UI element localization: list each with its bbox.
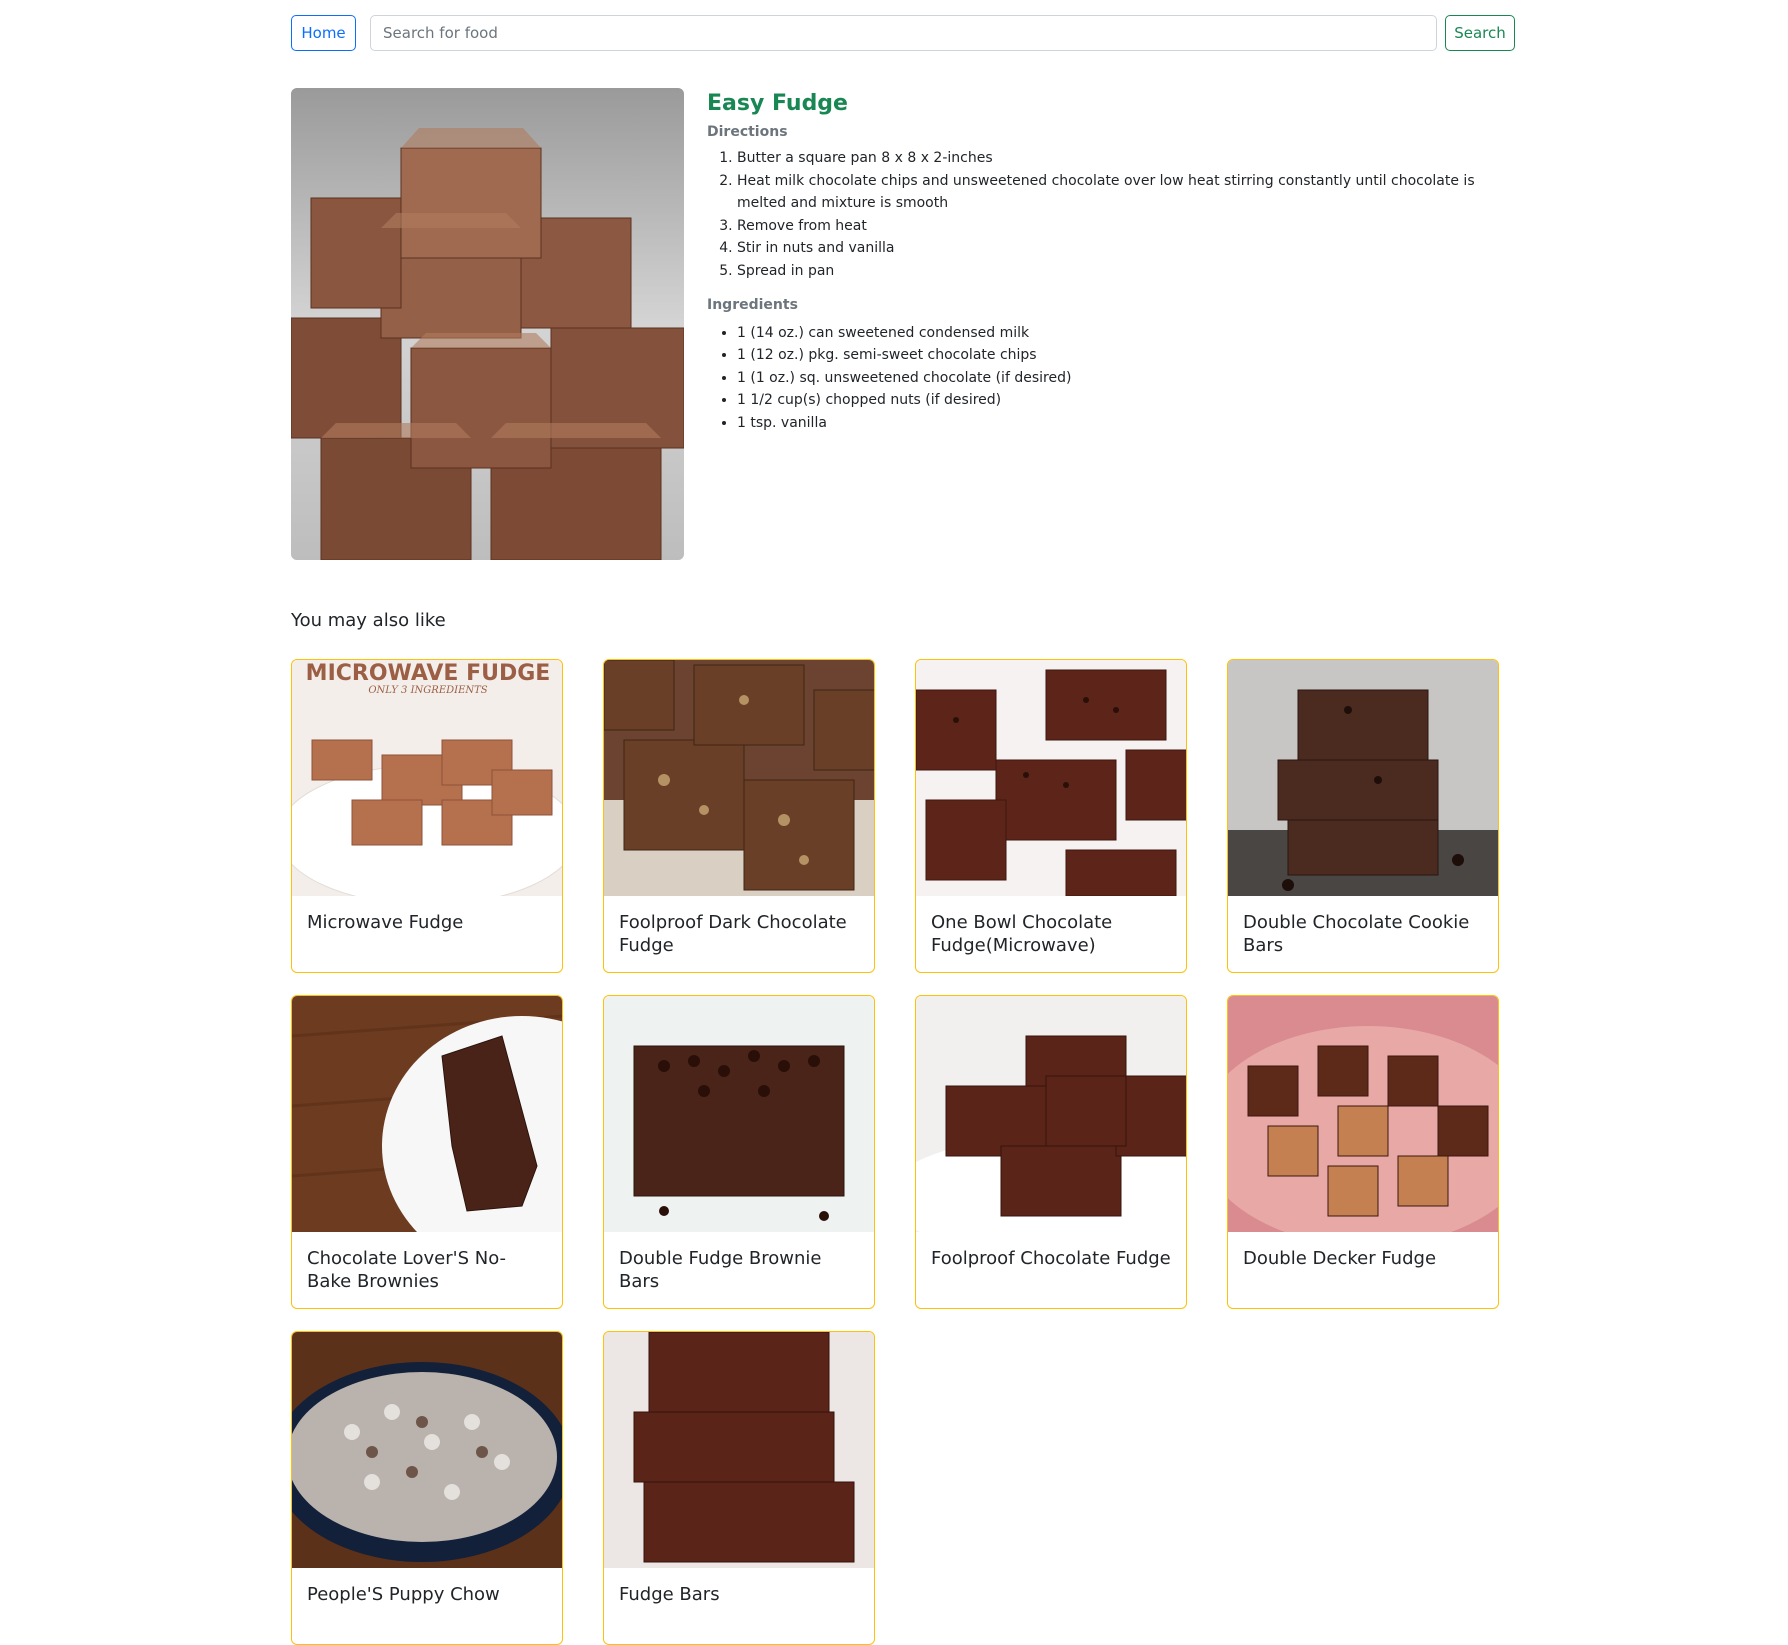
direction-item: Heat milk chocolate chips and unsweetene… <box>737 170 1515 215</box>
card-image <box>916 996 1186 1232</box>
card-title: Foolproof Dark Chocolate Fudge <box>619 912 847 956</box>
card-image <box>604 1332 874 1568</box>
ingredient-item: 1 (14 oz.) can sweetened condensed milk <box>737 322 1515 345</box>
related-heading: You may also like <box>291 610 446 631</box>
recipe-card[interactable]: MICROWAVE FUDGE ONLY 3 INGREDIENTS Micro… <box>291 659 563 973</box>
direction-item: Butter a square pan 8 x 8 x 2-inches <box>737 147 1515 170</box>
recipe-card[interactable]: One Bowl Chocolate Fudge(Microwave) <box>915 659 1187 973</box>
card-image <box>292 1332 562 1568</box>
card-title: Double Decker Fudge <box>1243 1248 1437 1269</box>
directions-label: Directions <box>707 124 788 140</box>
card-title: Foolproof Chocolate Fudge <box>931 1248 1171 1269</box>
card-image <box>916 660 1186 896</box>
card-image <box>604 996 874 1232</box>
ingredients-list: 1 (14 oz.) can sweetened condensed milk … <box>707 322 1515 435</box>
recipe-card[interactable]: Double Chocolate Cookie Bars <box>1227 659 1499 973</box>
recipe-card[interactable]: Double Decker Fudge <box>1227 995 1499 1309</box>
ingredient-item: 1 (1 oz.) sq. unsweetened chocolate (if … <box>737 367 1515 390</box>
card-title: Double Chocolate Cookie Bars <box>1243 912 1470 956</box>
card-banner: MICROWAVE FUDGE <box>306 661 551 686</box>
home-button[interactable]: Home <box>291 15 356 51</box>
directions-list: Butter a square pan 8 x 8 x 2-inches Hea… <box>707 147 1515 283</box>
recipe-image <box>291 88 684 560</box>
recipe-card[interactable]: Foolproof Dark Chocolate Fudge <box>603 659 875 973</box>
recipe-section: Easy Fudge Directions Butter a square pa… <box>291 88 1515 560</box>
direction-item: Remove from heat <box>737 215 1515 238</box>
card-image: MICROWAVE FUDGE ONLY 3 INGREDIENTS <box>292 660 562 896</box>
card-image <box>604 660 874 896</box>
search-button[interactable]: Search <box>1445 15 1515 51</box>
recipe-title: Easy Fudge <box>707 91 848 116</box>
recipe-card[interactable]: Fudge Bars <box>603 1331 875 1645</box>
search-input[interactable] <box>370 15 1437 51</box>
card-image <box>1228 996 1498 1232</box>
ingredient-item: 1 1/2 cup(s) chopped nuts (if desired) <box>737 389 1515 412</box>
page-container: Home Search for food Search Easy Fudge D… <box>291 15 1515 1645</box>
card-title: Chocolate Lover'S No-Bake Brownies <box>307 1248 507 1292</box>
recipe-card[interactable]: Chocolate Lover'S No-Bake Brownies <box>291 995 563 1309</box>
card-title: Microwave Fudge <box>307 912 464 933</box>
ingredients-label: Ingredients <box>707 296 798 313</box>
fudge-photo <box>291 88 684 560</box>
ingredient-item: 1 tsp. vanilla <box>737 412 1515 435</box>
card-banner-sub: ONLY 3 INGREDIENTS <box>368 685 487 696</box>
recipe-card[interactable]: Foolproof Chocolate Fudge <box>915 995 1187 1309</box>
recipe-card[interactable]: People'S Puppy Chow <box>291 1331 563 1645</box>
direction-item: Stir in nuts and vanilla <box>737 237 1515 260</box>
recipe-details: Easy Fudge Directions Butter a square pa… <box>707 88 1515 445</box>
card-title: Double Fudge Brownie Bars <box>619 1248 822 1292</box>
card-title: Fudge Bars <box>619 1584 720 1605</box>
recipe-card[interactable]: Double Fudge Brownie Bars <box>603 995 875 1309</box>
top-bar: Home Search <box>291 15 1515 51</box>
card-title: One Bowl Chocolate Fudge(Microwave) <box>931 912 1113 956</box>
ingredient-item: 1 (12 oz.) pkg. semi-sweet chocolate chi… <box>737 344 1515 367</box>
card-title: People'S Puppy Chow <box>307 1584 500 1605</box>
card-image <box>1228 660 1498 896</box>
direction-item: Spread in pan <box>737 260 1515 283</box>
card-image <box>292 996 562 1232</box>
